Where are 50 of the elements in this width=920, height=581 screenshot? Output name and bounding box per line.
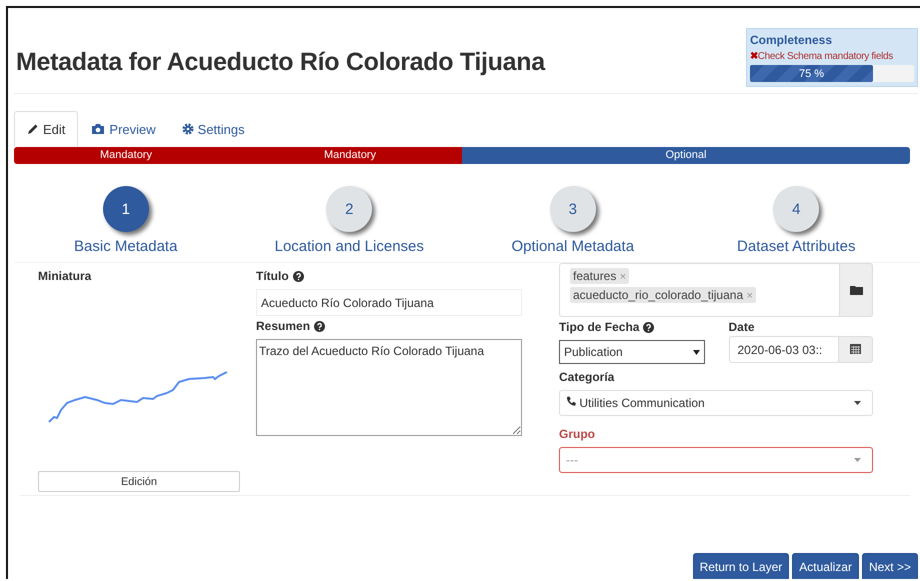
help-icon [292, 270, 304, 282]
camera-icon [91, 123, 106, 135]
gear-icon [182, 123, 194, 135]
section-bar: Mandatory [238, 147, 462, 164]
action-button[interactable]: Return to Layer [692, 553, 790, 579]
title-input[interactable]: Acueducto Río Colorado Tijuana [256, 289, 522, 316]
caret-icon [854, 401, 861, 405]
step-button[interactable]: 3 [550, 186, 596, 232]
field-label: Tipo de Fecha [559, 320, 704, 334]
category-select[interactable]: Utilities Communication [559, 390, 873, 416]
field-label: Título [256, 269, 522, 283]
field-label: Categoría [559, 370, 616, 384]
tab[interactable]: Settings [168, 111, 258, 147]
tab[interactable]: Edit [14, 111, 78, 147]
caret-icon [854, 458, 861, 462]
section-bar: Mandatory [14, 147, 238, 164]
browse-button[interactable] [840, 263, 873, 317]
completeness-heading: Completeness [750, 33, 834, 47]
action-button[interactable]: Next >> [862, 553, 918, 579]
folder-icon [850, 284, 862, 294]
help-icon [643, 322, 654, 332]
step-label[interactable]: Location and Licenses [274, 238, 424, 255]
field-label: Date [728, 320, 756, 334]
caret-icon [692, 350, 700, 354]
step-button[interactable]: 1 [102, 186, 149, 232]
date-type-select[interactable]: Publication [559, 340, 704, 364]
progress-reading: 75 % [798, 68, 824, 80]
field-label: Miniatura [38, 269, 92, 283]
abstract-textarea[interactable]: Trazo del Acueducto Río Colorado Tijuana [256, 339, 522, 436]
step-button[interactable]: 4 [773, 186, 820, 232]
edit-button[interactable]: Edición [38, 471, 240, 492]
step-label[interactable]: Basic Metadata [74, 238, 178, 255]
step-label[interactable]: Dataset Attributes [737, 238, 856, 255]
tab[interactable]: Preview [78, 111, 169, 147]
warning-text: ✖Check Schema mandatory fields [750, 50, 894, 62]
calendar-icon [850, 343, 861, 354]
keyword-tag: features × [570, 268, 630, 284]
field-label: Resumen [256, 319, 522, 333]
page-title: Metadata for Acueducto Río Colorado Tijuana [16, 48, 545, 77]
action-button[interactable]: Actualizar [792, 553, 859, 579]
field-label: Grupo [559, 427, 596, 441]
phone-icon [566, 396, 576, 407]
date-input[interactable]: 2020-06-03 03:: [728, 336, 839, 363]
calendar-button[interactable] [839, 336, 873, 363]
step-button[interactable]: 2 [326, 186, 372, 232]
step-label[interactable]: Optional Metadata [511, 238, 634, 255]
help-icon [314, 320, 326, 332]
keyword-tag: acueducto_rio_colorado_tijuana × [570, 287, 756, 303]
section-bar: Optional [462, 147, 910, 164]
pencil-icon [27, 123, 39, 135]
